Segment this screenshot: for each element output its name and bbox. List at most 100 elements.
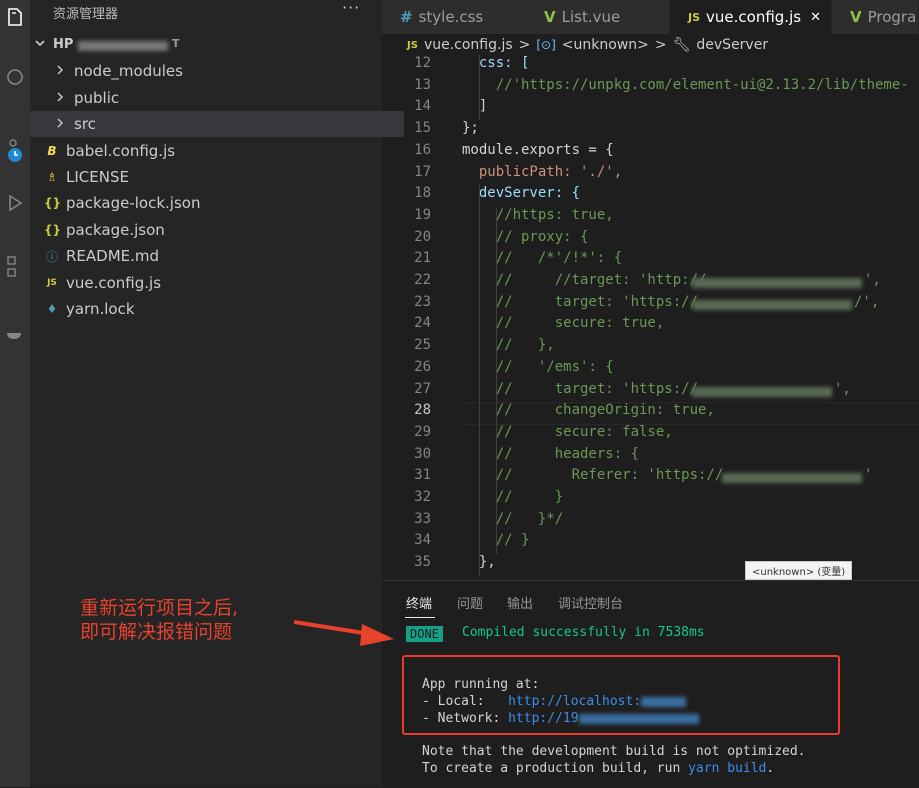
tree-item-public[interactable]: public [30,85,404,111]
tree-item-label: package.json [66,221,165,239]
annotation-line-1: 重新运行项目之后, [80,597,239,619]
js-file-icon: JS [407,39,418,51]
code-line[interactable]: 32 // } [382,489,919,511]
code-text: // changeOrigin: true, [462,402,715,419]
close-icon[interactable]: ✕ [810,10,821,25]
code-line[interactable]: 14 ] [382,98,919,120]
line-number: 32 [414,489,431,505]
code-line[interactable]: 13 //'https://unpkg.com/element-ui@2.13.… [382,77,919,99]
line-number: 30 [414,445,431,462]
project-name: HP [53,37,74,52]
run-debug-icon[interactable] [0,188,30,218]
js-icon: JS [47,278,57,288]
line-number: 24 [414,315,431,332]
code-text-tail: /', [854,293,880,310]
code-line[interactable]: 31 // Referer: 'https:// ' [382,467,919,489]
code-line[interactable]: 21 // /*'/!*': { [382,250,919,272]
source-control-icon[interactable] [0,136,30,166]
code-text: // target: 'https:// [462,380,699,397]
code-line[interactable]: 29 // secure: false, [382,424,919,446]
tree-item-label: src [74,115,96,133]
line-number: 29 [414,423,431,440]
project-name-tail: T [172,37,180,50]
tree-item-label: yarn.lock [66,300,135,318]
variable-icon: [⊙] [536,38,556,52]
tree-item-label: babel.config.js [66,142,176,160]
code-line[interactable]: 33 // }*/ [382,511,919,533]
tree-item-vue-config[interactable]: JS vue.config.js [30,270,396,296]
chevron-right-icon [52,91,68,106]
code-line[interactable]: 16 module.exports = { [382,142,919,164]
code-line[interactable]: 23 // target: 'https:// /', [382,294,919,316]
code-text: // }*/ [462,510,564,527]
explorer-icon[interactable] [0,2,30,32]
code-line[interactable]: 17 publicPath: './', [382,164,919,186]
hover-tooltip: <unknown> (变量) [745,561,853,580]
code-line[interactable]: 12 css: [ [382,55,919,77]
wrench-icon: 🔧︎ [672,37,691,53]
tab-vue-config[interactable]: JS vue.config.js ✕ [670,0,832,34]
tree-item-src[interactable]: src [30,111,404,137]
js-file-icon: JS [688,10,701,24]
code-line[interactable]: 28 // changeOrigin: true, [382,402,919,426]
more-actions-icon[interactable]: ··· [342,0,360,17]
code-line[interactable]: 20 // proxy: { [382,229,919,251]
tree-item-yarn-lock[interactable]: ♦ yarn.lock [30,296,396,322]
code-text: ] [462,98,488,115]
line-number: 33 [414,510,431,527]
line-number: 14 [414,98,431,115]
code-text-tail: ' [864,467,873,484]
code-line[interactable]: 27 // target: 'https:// ', [382,381,919,403]
vue-file-icon: V [544,8,556,26]
code-line[interactable]: 26 // '/ems': { [382,359,919,381]
code-line[interactable]: 15}; [382,120,919,142]
code-text-tail: ', [834,380,851,397]
code-line[interactable]: 24 // secure: true, [382,315,919,337]
explorer-sidebar: 资源管理器 ··· HP T node_modules public src B… [30,0,404,787]
active-tab-indicator [405,617,435,618]
tree-item-package-json[interactable]: {} package.json [30,217,396,243]
breadcrumb-symbol[interactable]: <unknown> [562,37,649,53]
project-folder[interactable]: HP T [30,36,382,56]
code-line[interactable]: 18 devServer: { [382,185,919,207]
code-line[interactable]: 30 // headers: { [382,446,919,468]
tab-style-css[interactable]: # style.css [382,0,526,34]
breadcrumb-separator: > [654,37,667,53]
tab-label: List.vue [561,8,621,26]
line-number: 27 [414,380,431,397]
redacted-text [692,278,862,288]
indent-guide [496,206,497,555]
code-line[interactable]: 22 // //target: 'http:// ', [382,272,919,294]
code-line[interactable]: 34 // } [382,532,919,554]
tab-debug-console[interactable]: 调试控制台 [558,593,623,612]
tab-list-vue[interactable]: V List.vue [526,0,670,34]
tab-problems[interactable]: 问题 [457,593,483,612]
tree-item-readme[interactable]: ⓘ README.md [30,243,396,269]
code-text: //https: true, [462,206,614,223]
chevron-down-icon [34,37,46,53]
search-icon[interactable] [0,62,30,92]
tree-item-node-modules[interactable]: node_modules [30,58,404,84]
tree-item-license[interactable]: ♗ LICENSE [30,164,396,190]
tab-program[interactable]: V Progra [832,0,919,34]
line-number: 23 [414,293,431,310]
code-line[interactable]: 19 //https: true, [382,207,919,229]
tab-output[interactable]: 输出 [507,593,533,612]
tree-item-package-lock[interactable]: {} package-lock.json [30,190,396,216]
tab-terminal[interactable]: 终端 [406,593,432,612]
line-number: 19 [414,206,431,223]
tree-item-babel-config[interactable]: B babel.config.js [30,138,396,164]
code-text: // '/ems': { [462,358,614,375]
extensions-icon[interactable] [0,252,30,282]
code-text-tail: ', [864,272,881,288]
breadcrumb-prop[interactable]: devServer [696,37,768,53]
chevron-right-icon [52,117,68,132]
info-icon: ⓘ [45,249,58,264]
code-line[interactable]: 25 // }, [382,337,919,359]
line-number: 25 [414,337,431,354]
code-editor[interactable]: 12 css: [13 //'https://unpkg.com/element… [382,55,919,580]
docker-icon[interactable] [0,318,30,348]
breadcrumb-file[interactable]: vue.config.js [424,37,513,53]
yarn-icon: ♦ [46,302,58,316]
css-file-icon: # [400,8,413,26]
